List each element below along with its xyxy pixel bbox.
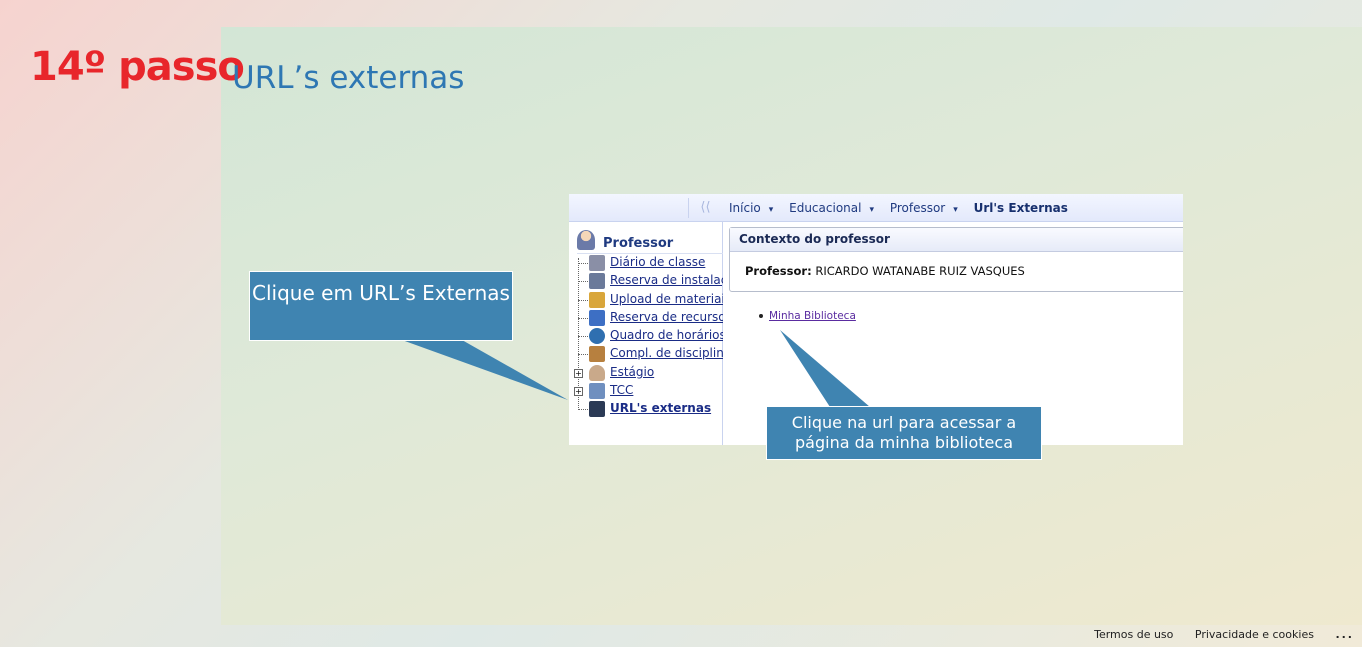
tree-branch: [578, 281, 588, 283]
sidebar-item-tcc[interactable]: + TCC: [569, 382, 723, 400]
book-icon: [589, 346, 605, 363]
sidebar-header: Professor: [577, 226, 723, 254]
bullet-icon: [759, 314, 763, 318]
context-panel-body: Professor: RICARDO WATANABE RUIZ VASQUES: [730, 252, 1183, 290]
teacher-icon: [577, 230, 595, 250]
sidebar-item-estagio[interactable]: + Estágio: [569, 364, 723, 382]
tree-branch: [578, 409, 588, 411]
collapse-sidebar-icon[interactable]: ⟨⟨: [688, 198, 722, 218]
sidebar: Professor Diário de classe Reserva de in…: [569, 222, 723, 445]
expand-icon[interactable]: +: [574, 368, 583, 378]
privacy-link[interactable]: Privacidade e cookies: [1195, 628, 1314, 641]
professor-name: RICARDO WATANABE RUIZ VASQUES: [815, 264, 1025, 278]
step-title: 14º passo: [30, 44, 245, 90]
slide-title: URL’s externas: [232, 60, 465, 96]
minha-biblioteca-link[interactable]: Minha Biblioteca: [769, 310, 856, 322]
context-panel: Contexto do professor Professor: RICARDO…: [729, 227, 1183, 292]
sidebar-item-reserva-recursos[interactable]: Reserva de recursos: [569, 309, 723, 327]
breadcrumb-item-inicio[interactable]: Início ▾: [729, 201, 779, 215]
caret-down-icon: ▾: [768, 205, 774, 215]
footer: Termos de uso Privacidade e cookies ...: [1076, 628, 1354, 641]
expand-icon[interactable]: +: [574, 387, 583, 397]
tree-branch: [578, 317, 588, 319]
sidebar-header-label: Professor: [603, 236, 674, 251]
sidebar-item-reserva-instalacoes[interactable]: Reserva de instalações: [569, 272, 723, 290]
sidebar-item-label[interactable]: Estágio: [610, 365, 654, 379]
sidebar-item-diario[interactable]: Diário de classe: [569, 254, 723, 272]
sidebar-tree: Diário de classe Reserva de instalações …: [569, 254, 723, 419]
breadcrumb: Início ▾ Educacional ▾ Professor ▾ Url's Ex…: [729, 201, 1074, 215]
sidebar-item-label[interactable]: URL's externas: [610, 401, 711, 415]
callout-click-url: Clique na url para acessar a página da m…: [766, 406, 1042, 460]
document-icon: [589, 383, 605, 400]
sidebar-item-quadro-horarios[interactable]: Quadro de horários: [569, 327, 723, 345]
check-icon: [589, 309, 605, 326]
sidebar-item-upload[interactable]: Upload de materiais: [569, 291, 723, 309]
callout-click-urls: Clique em URL’s Externas: [249, 271, 513, 341]
upload-icon: [589, 291, 605, 308]
breadcrumb-item-educacional[interactable]: Educacional ▾: [789, 201, 880, 215]
building-icon: [589, 273, 605, 290]
clock-icon: [589, 328, 605, 345]
calendar-icon: [589, 255, 605, 271]
sidebar-item-label[interactable]: Compl. de disciplinas: [610, 346, 723, 360]
sidebar-item-label[interactable]: Diário de classe: [610, 255, 705, 269]
breadcrumb-item-current: Url's Externas: [973, 201, 1068, 215]
sidebar-item-compl-disciplinas[interactable]: Compl. de disciplinas: [569, 345, 723, 363]
caret-down-icon: ▾: [953, 205, 958, 215]
link-icon: [589, 401, 605, 418]
tree-branch: [578, 354, 588, 356]
sidebar-item-label[interactable]: Quadro de horários: [610, 328, 723, 342]
terms-link[interactable]: Termos de uso: [1094, 628, 1173, 641]
tree-branch: [578, 299, 588, 301]
caret-down-icon: ▾: [869, 205, 874, 215]
sidebar-item-label[interactable]: Reserva de recursos: [610, 310, 723, 324]
breadcrumb-item-professor[interactable]: Professor ▾: [890, 201, 964, 215]
professor-label: Professor:: [745, 264, 812, 278]
top-bar: ⟨⟨ Início ▾ Educacional ▾ Professor ▾ Url's…: [569, 194, 1183, 222]
external-links-list: Minha Biblioteca: [759, 310, 856, 322]
sidebar-item-label[interactable]: Reserva de instalações: [610, 273, 723, 287]
sidebar-item-label[interactable]: Upload de materiais: [610, 292, 723, 306]
sidebar-item-label[interactable]: TCC: [610, 383, 633, 397]
person-icon: [589, 364, 605, 381]
context-panel-title: Contexto do professor: [730, 228, 1183, 252]
sidebar-item-urls-externas[interactable]: URL's externas: [569, 400, 723, 418]
tree-branch: [578, 336, 588, 338]
more-icon[interactable]: ...: [1335, 628, 1354, 641]
tree-branch: [578, 263, 588, 264]
